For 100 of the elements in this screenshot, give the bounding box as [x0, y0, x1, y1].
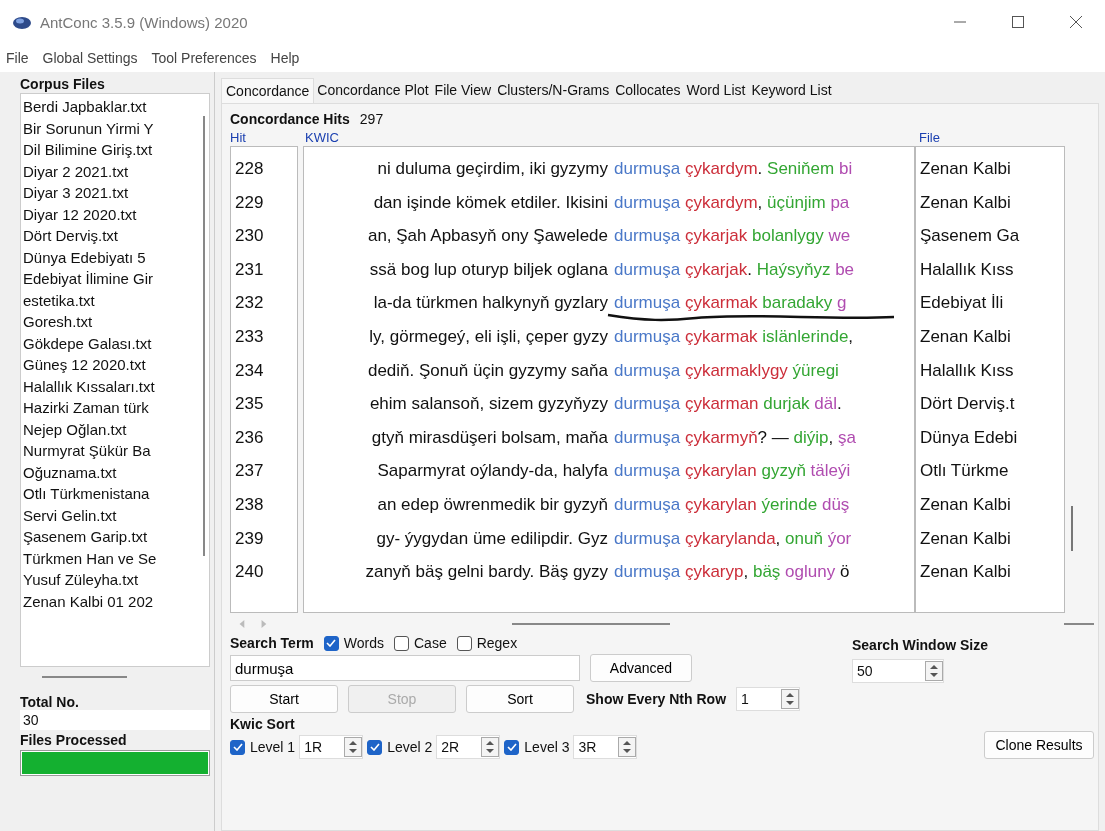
menu-item[interactable]: Global Settings — [42, 50, 138, 66]
tab[interactable]: File View — [431, 78, 495, 103]
column-header[interactable]: File — [919, 130, 940, 146]
hit-number: 232 — [234, 292, 265, 315]
checkbox-label: Regex — [476, 635, 518, 651]
left-context: an edep öwrenmedik bir gyzyň — [376, 493, 609, 516]
left-context: ly, görmegeý, eli işli, çeper gyzy — [368, 325, 609, 348]
hit-number: 236 — [234, 426, 265, 449]
maximize-icon — [1011, 15, 1025, 29]
menu-item[interactable]: Tool Preferences — [151, 50, 257, 66]
hit-number: 228 — [234, 158, 265, 180]
file-list-item[interactable]: Bir Sorunun Yirmi Y — [23, 117, 197, 139]
file-name: Zenan Kalbi — [919, 493, 1012, 516]
file-list-item[interactable]: Nejep Oğlan.txt — [23, 418, 197, 440]
checkbox[interactable] — [230, 739, 245, 755]
advanced-button[interactable]: Advanced — [590, 654, 692, 682]
hit-number: 234 — [234, 359, 265, 382]
checkbox[interactable] — [456, 635, 472, 651]
scrollbar-thumb[interactable] — [42, 676, 127, 678]
file-list-item[interactable]: Gökdepe Galası.txt — [23, 332, 197, 354]
scrollbar-thumb[interactable] — [511, 623, 670, 625]
file-list-item[interactable]: Diyar 3 2021.txt — [23, 182, 197, 204]
file-list-item[interactable]: Otlı Türkmenistana — [23, 483, 197, 505]
tab[interactable]: Clusters/N-Grams — [494, 78, 613, 103]
file-name: Zenan Kalbi — [919, 561, 1012, 584]
file-list-item[interactable]: estetika.txt — [23, 289, 197, 311]
file-list-item[interactable]: Diyar 2 2021.txt — [23, 160, 197, 182]
search-window-size-label: Search Window Size — [852, 637, 988, 653]
checkbox-label: Level 3 — [524, 739, 570, 755]
hit-number: 239 — [234, 527, 265, 550]
column-header[interactable]: KWIC — [305, 130, 919, 146]
file-list-item[interactable]: Dört Derviş.txt — [23, 225, 197, 247]
file-list-item[interactable]: Edebiyat İlimine Gir — [23, 268, 197, 290]
menu-item[interactable]: Help — [270, 50, 300, 66]
keyword-context: durmuşa çykarjak. Haýsyňyz be — [614, 258, 856, 281]
ant-logo-icon — [12, 14, 32, 30]
tab[interactable]: Concordance Plot — [314, 78, 432, 103]
file-list-item[interactable]: Güneş 12 2020.txt — [23, 354, 197, 376]
file-list-item[interactable]: Şasenem Garip.txt — [23, 526, 197, 548]
tab[interactable]: Word List — [683, 78, 749, 103]
file-name: Zenan Kalbi — [919, 325, 1012, 348]
keyword-context: durmuşa çykarmaklygy ýüregi — [614, 359, 840, 382]
file-list-item[interactable]: Diyar 12 2020.txt — [23, 203, 197, 225]
file-name: Edebiyat İli — [919, 292, 1005, 315]
file-list-item[interactable]: Hazirki Zaman türk — [23, 397, 197, 419]
keyword-context: durmuşa çykarmak islänlerinde, — [614, 325, 855, 348]
file-list-item[interactable]: Dil Bilimine Giriş.txt — [23, 139, 197, 161]
hits-label: Concordance Hits — [230, 111, 350, 127]
action-button[interactable]: Start — [230, 685, 338, 713]
checkbox[interactable] — [394, 635, 409, 651]
file-list-item[interactable]: Zenan Kalbi 01 202 — [23, 590, 197, 612]
file-list-item[interactable]: Goresh.txt — [23, 311, 197, 333]
left-context: ehim salansoň, sizem gyzyňyzy — [368, 393, 609, 416]
close-icon — [1069, 15, 1083, 29]
file-list-item[interactable]: Halallık Kıssaları.txt — [23, 375, 197, 397]
left-context: dediň. Şonuň üçin gyzymy saňa — [366, 359, 609, 382]
file-list-item[interactable]: Türkmen Han ve Se — [23, 547, 197, 569]
left-context: Saparmyrat oýlandy-da, halyfa — [376, 460, 609, 483]
checkbox-label: Words — [343, 635, 384, 651]
file-list-item[interactable]: Nurmyrat Şükür Ba — [23, 440, 197, 462]
file-name: Zenan Kalbi — [919, 527, 1012, 550]
clone-results-button[interactable]: Clone Results — [984, 731, 1094, 759]
file-name: Dünya Edebi — [919, 426, 1019, 449]
hit-number: 233 — [234, 325, 265, 348]
hit-number: 235 — [234, 393, 265, 416]
keyword-context: durmuşa çykardym, üçünjim pa — [614, 191, 851, 214]
search-term-label: Search Term — [230, 635, 314, 651]
column-header[interactable]: Hit — [230, 130, 305, 146]
checkbox-label: Level 2 — [387, 739, 433, 755]
tab[interactable]: Collocates — [612, 78, 684, 103]
file-list-item[interactable]: Berdi Japbaklar.txt — [23, 96, 197, 118]
menu-item[interactable]: File — [6, 50, 29, 66]
file-list-item[interactable]: Yusuf Züleyha.txt — [23, 569, 197, 591]
file-name: Zenan Kalbi — [919, 158, 1012, 180]
file-list-item[interactable]: Dünya Edebiyatı 5 — [23, 246, 197, 268]
left-context: ssä bog lup oturyp biljek oglana — [368, 258, 609, 281]
checkmark-icon — [326, 639, 337, 647]
file-list-item[interactable]: Oğuznama.txt — [23, 461, 197, 483]
left-context: zanyň bäş gelni bardy. Bäş gyzy — [364, 561, 609, 584]
tab[interactable]: Keyword List — [748, 78, 835, 103]
scroll-left-icon — [238, 618, 246, 630]
checkbox[interactable] — [323, 635, 339, 651]
scrollbar-thumb[interactable] — [203, 116, 205, 556]
file-name: Halallık Kıss — [919, 258, 1015, 281]
checkbox[interactable] — [367, 739, 383, 755]
checkbox[interactable] — [504, 739, 520, 755]
keyword-context: durmuşa çykarjak bolanlygy we — [614, 225, 852, 248]
file-list-item[interactable]: Servi Gelin.txt — [23, 504, 197, 526]
action-button[interactable]: Sort — [466, 685, 574, 713]
keyword-context: durmuşa çykarylan ýerinde düş — [614, 493, 851, 516]
file-name: Dört Derviş.t — [919, 393, 1016, 416]
scrollbar-thumb[interactable] — [1063, 623, 1094, 625]
checkmark-icon — [369, 743, 380, 751]
left-context: dan işinde kömek etdiler. Ikisini — [372, 191, 609, 214]
keyword-context: durmuşa çykarylan gyzyň täleýi — [614, 460, 852, 483]
kwic-sort-label: Kwic Sort — [230, 716, 296, 732]
left-context: gtyň mirasdüşeri bolsam, maňa — [370, 426, 609, 449]
scrollbar-thumb[interactable] — [1071, 506, 1073, 551]
tab[interactable]: Concordance — [221, 78, 315, 103]
search-field[interactable]: durmuşa — [230, 655, 580, 681]
